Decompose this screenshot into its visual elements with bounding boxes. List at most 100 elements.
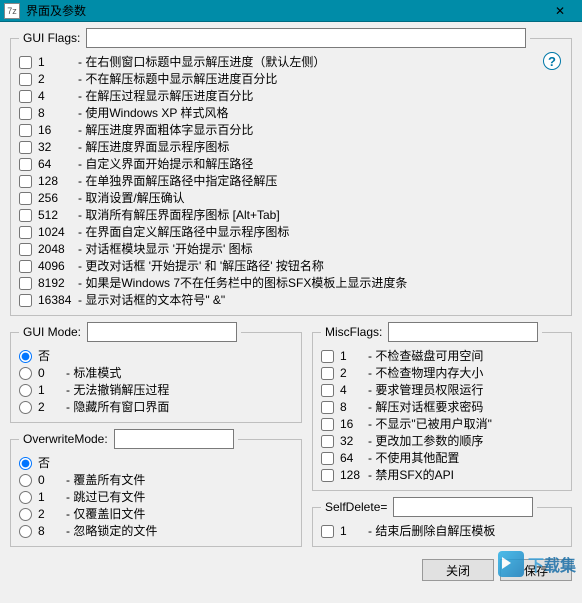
item-key: 0 bbox=[38, 365, 66, 382]
list-item[interactable]: 8- 使用Windows XP 样式风格 bbox=[19, 105, 563, 122]
item-label: - 禁用SFX的API bbox=[368, 467, 454, 484]
checkbox[interactable] bbox=[19, 141, 32, 154]
list-item[interactable]: 1- 无法撤销解压过程 bbox=[19, 382, 293, 399]
checkbox[interactable] bbox=[321, 452, 334, 465]
list-item[interactable]: 2- 仅覆盖旧文件 bbox=[19, 506, 293, 523]
item-key: 16 bbox=[38, 122, 78, 139]
checkbox[interactable] bbox=[321, 525, 334, 538]
checkbox[interactable] bbox=[321, 435, 334, 448]
window-title: 界面及参数 bbox=[26, 2, 540, 19]
list-item[interactable]: 4- 要求管理员权限运行 bbox=[321, 382, 563, 399]
list-item[interactable]: 8- 忽略锁定的文件 bbox=[19, 523, 293, 540]
list-item[interactable]: 1- 结束后删除自解压模板 bbox=[321, 523, 563, 540]
list-item[interactable]: 2048- 对话框模块显示 '开始提示' 图标 bbox=[19, 241, 563, 258]
gui-flags-label: GUI Flags: bbox=[23, 31, 80, 45]
list-item[interactable]: 1024- 在界面自定义解压路径中显示程序图标 bbox=[19, 224, 563, 241]
checkbox[interactable] bbox=[321, 401, 334, 414]
list-item[interactable]: 16- 解压进度界面粗体字显示百分比 bbox=[19, 122, 563, 139]
self-delete-input[interactable] bbox=[393, 497, 533, 517]
list-item[interactable]: 128- 在单独界面解压路径中指定路径解压 bbox=[19, 173, 563, 190]
checkbox[interactable] bbox=[19, 294, 32, 307]
checkbox[interactable] bbox=[19, 124, 32, 137]
item-key: 16384 bbox=[38, 292, 78, 309]
radio[interactable] bbox=[19, 474, 32, 487]
radio[interactable] bbox=[19, 384, 32, 397]
checkbox[interactable] bbox=[321, 469, 334, 482]
checkbox[interactable] bbox=[19, 260, 32, 273]
list-item[interactable]: 32- 解压进度界面显示程序图标 bbox=[19, 139, 563, 156]
list-item[interactable]: 64- 自定义界面开始提示和解压路径 bbox=[19, 156, 563, 173]
checkbox[interactable] bbox=[321, 418, 334, 431]
checkbox[interactable] bbox=[19, 192, 32, 205]
list-item[interactable]: 2- 不在解压标题中显示解压进度百分比 bbox=[19, 71, 563, 88]
list-item[interactable]: 1- 在右侧窗口标题中显示解压进度（默认左侧） bbox=[19, 54, 563, 71]
item-label: - 不检查磁盘可用空间 bbox=[368, 348, 483, 365]
item-key: 4 bbox=[340, 382, 368, 399]
gui-mode-input[interactable] bbox=[87, 322, 237, 342]
item-key: 2048 bbox=[38, 241, 78, 258]
list-item[interactable]: 否 bbox=[19, 348, 293, 365]
list-item[interactable]: 256- 取消设置/解压确认 bbox=[19, 190, 563, 207]
checkbox[interactable] bbox=[19, 107, 32, 120]
radio[interactable] bbox=[19, 525, 32, 538]
checkbox[interactable] bbox=[19, 56, 32, 69]
checkbox[interactable] bbox=[19, 226, 32, 239]
radio[interactable] bbox=[19, 457, 32, 470]
radio[interactable] bbox=[19, 367, 32, 380]
list-item[interactable]: 8192- 如果是Windows 7不在任务栏中的图标SFX模板上显示进度条 bbox=[19, 275, 563, 292]
help-icon[interactable]: ? bbox=[543, 52, 561, 70]
gui-mode-group: GUI Mode: 否0- 标准模式1- 无法撤销解压过程2- 隐藏所有窗口界面 bbox=[10, 322, 302, 423]
radio[interactable] bbox=[19, 508, 32, 521]
item-key: 256 bbox=[38, 190, 78, 207]
gui-mode-label: GUI Mode: bbox=[23, 325, 81, 339]
list-item[interactable]: 2- 不检查物理内存大小 bbox=[321, 365, 563, 382]
checkbox[interactable] bbox=[19, 277, 32, 290]
checkbox[interactable] bbox=[19, 209, 32, 222]
save-button[interactable]: 保存 bbox=[500, 559, 572, 581]
radio[interactable] bbox=[19, 401, 32, 414]
checkbox[interactable] bbox=[19, 158, 32, 171]
item-key: 1 bbox=[340, 523, 368, 540]
list-item[interactable]: 4096- 更改对话框 '开始提示' 和 '解压路径' 按钮名称 bbox=[19, 258, 563, 275]
list-item[interactable]: 16- 不显示"已被用户取消" bbox=[321, 416, 563, 433]
content-area: GUI Flags: ? 1- 在右侧窗口标题中显示解压进度（默认左侧）2- 不… bbox=[0, 22, 582, 557]
list-item[interactable]: 1- 跳过已有文件 bbox=[19, 489, 293, 506]
checkbox[interactable] bbox=[19, 90, 32, 103]
list-item[interactable]: 16384- 显示对话框的文本符号" &" bbox=[19, 292, 563, 309]
checkbox[interactable] bbox=[19, 175, 32, 188]
button-row: 关闭 保存 bbox=[0, 557, 582, 587]
list-item[interactable]: 1- 不检查磁盘可用空间 bbox=[321, 348, 563, 365]
list-item[interactable]: 0- 标准模式 bbox=[19, 365, 293, 382]
list-item[interactable]: 32- 更改加工参数的顺序 bbox=[321, 433, 563, 450]
item-key: 8 bbox=[38, 523, 66, 540]
checkbox[interactable] bbox=[19, 73, 32, 86]
radio[interactable] bbox=[19, 350, 32, 363]
misc-flags-list: 1- 不检查磁盘可用空间2- 不检查物理内存大小4- 要求管理员权限运行8- 解… bbox=[321, 348, 563, 484]
list-item[interactable]: 4- 在解压过程显示解压进度百分比 bbox=[19, 88, 563, 105]
item-label: - 要求管理员权限运行 bbox=[368, 382, 483, 399]
item-label: - 更改对话框 '开始提示' 和 '解压路径' 按钮名称 bbox=[78, 258, 324, 275]
checkbox[interactable] bbox=[321, 367, 334, 380]
checkbox[interactable] bbox=[321, 384, 334, 397]
item-label: - 隐藏所有窗口界面 bbox=[66, 399, 169, 416]
item-label: - 更改加工参数的顺序 bbox=[368, 433, 483, 450]
item-key: 1 bbox=[38, 54, 78, 71]
list-item[interactable]: 0- 覆盖所有文件 bbox=[19, 472, 293, 489]
checkbox[interactable] bbox=[19, 243, 32, 256]
list-item[interactable]: 128- 禁用SFX的API bbox=[321, 467, 563, 484]
checkbox[interactable] bbox=[321, 350, 334, 363]
list-item[interactable]: 512- 取消所有解压界面程序图标 [Alt+Tab] bbox=[19, 207, 563, 224]
close-dialog-button[interactable]: 关闭 bbox=[422, 559, 494, 581]
gui-flags-input[interactable] bbox=[86, 28, 526, 48]
list-item[interactable]: 8- 解压对话框要求密码 bbox=[321, 399, 563, 416]
list-item[interactable]: 否 bbox=[19, 455, 293, 472]
item-label: - 取消所有解压界面程序图标 [Alt+Tab] bbox=[78, 207, 280, 224]
item-label: - 解压进度界面显示程序图标 bbox=[78, 139, 229, 156]
overwrite-mode-input[interactable] bbox=[114, 429, 234, 449]
list-item[interactable]: 64- 不使用其他配置 bbox=[321, 450, 563, 467]
self-delete-legend: SelfDelete= bbox=[321, 497, 537, 517]
list-item[interactable]: 2- 隐藏所有窗口界面 bbox=[19, 399, 293, 416]
misc-flags-input[interactable] bbox=[388, 322, 538, 342]
radio[interactable] bbox=[19, 491, 32, 504]
close-button[interactable]: ✕ bbox=[540, 1, 580, 21]
